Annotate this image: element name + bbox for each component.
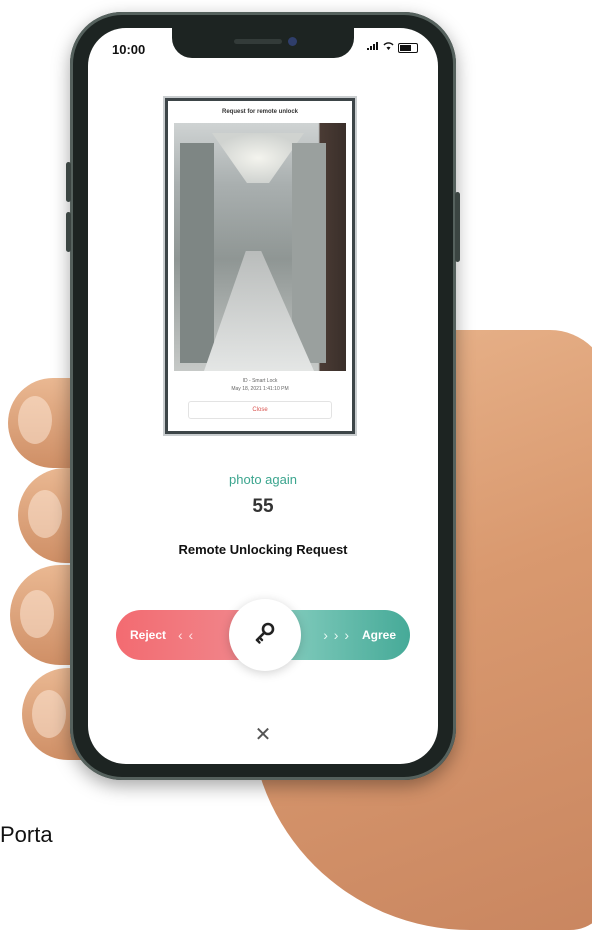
unlock-slider[interactable]: Reject ‹ ‹ › › › Agree <box>116 599 410 671</box>
close-button[interactable]: Close <box>188 401 332 419</box>
power-button <box>455 192 460 262</box>
photo-meta: ID - Smart Lock May 18, 2021 1:41:10 PM <box>168 377 352 393</box>
agree-chevrons: › › › <box>323 627 350 643</box>
dismiss-close-icon[interactable]: ✕ <box>88 722 438 747</box>
battery-icon <box>398 42 418 53</box>
photo-wall <box>180 143 214 363</box>
phone-screen: 10:00 Request for remote unlock ID - Sma… <box>88 28 438 764</box>
volume-button <box>66 212 71 252</box>
notch <box>172 28 354 58</box>
request-title: Remote Unlocking Request <box>178 542 348 557</box>
photo-wall <box>292 143 326 363</box>
signal-icon <box>367 42 379 53</box>
finger-nail <box>18 396 52 444</box>
doorway-photo <box>174 123 346 371</box>
photo-device: ID - Smart Lock <box>242 378 278 384</box>
slider-knob[interactable] <box>229 599 301 671</box>
reject-label: Reject <box>130 628 167 642</box>
volume-button <box>66 162 71 202</box>
reject-chevrons: ‹ ‹ <box>178 627 195 643</box>
camera-icon <box>288 37 297 46</box>
photo-ceiling <box>212 133 304 183</box>
agree-label: Agree <box>361 628 396 642</box>
key-icon <box>252 620 278 651</box>
status-icons <box>367 42 418 53</box>
unlock-request-popup: Request for remote unlock ID - Smart Loc… <box>165 98 355 434</box>
phone-frame: 10:00 Request for remote unlock ID - Sma… <box>66 12 460 780</box>
photo-timestamp: May 18, 2021 1:41:10 PM <box>231 386 289 392</box>
caption-text: Porta <box>0 822 53 847</box>
finger-nail <box>28 490 62 538</box>
finger-nail <box>32 690 66 738</box>
photo-again-link[interactable]: photo again <box>88 472 438 487</box>
popup-title: Request for remote unlock <box>221 109 298 115</box>
countdown-timer: 55 <box>252 496 274 517</box>
finger-nail <box>20 590 54 638</box>
speaker <box>234 39 282 44</box>
status-time: 10:00 <box>112 42 146 57</box>
wifi-icon <box>383 42 394 53</box>
